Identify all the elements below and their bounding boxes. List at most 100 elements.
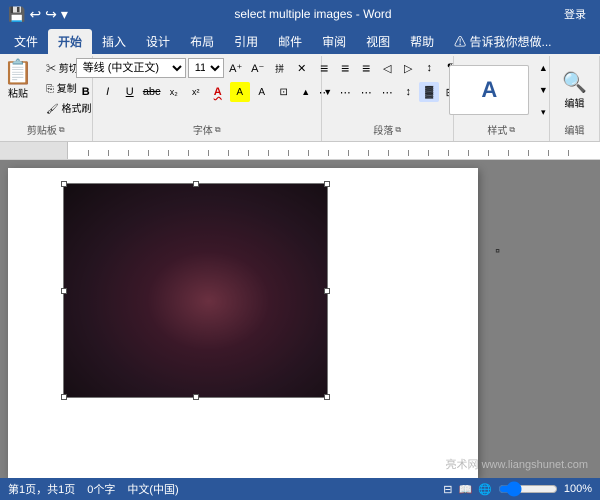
ruler-tick [148, 150, 149, 156]
align-right-button[interactable]: ⋯ [356, 82, 376, 102]
window-title: select multiple images - Word [68, 7, 558, 21]
ruler-tick [528, 150, 529, 156]
align-left-button[interactable]: ⋯ [314, 82, 334, 102]
font-style-row: B I U abc x₂ x² A A A ⊡ ▲ ▼ [76, 82, 338, 102]
page-info: 第1页，共1页 [8, 481, 75, 497]
styles-label: 样式 ⧉ [487, 122, 515, 139]
shading-button[interactable]: ▓ [419, 82, 439, 102]
image-handle-br[interactable] [324, 394, 330, 400]
image-handle-mr[interactable] [324, 288, 330, 294]
undo-icon[interactable]: ↩ [29, 6, 41, 23]
editing-label: 编辑 [565, 95, 585, 110]
numbering-button[interactable]: ≡ [335, 58, 355, 78]
tab-help[interactable]: 帮助 [400, 29, 444, 54]
ruler-area [0, 142, 600, 160]
font-size-input-up[interactable]: ▲ [296, 82, 316, 102]
ribbon-tabs: 文件 开始 插入 设计 布局 引用 邮件 审阅 视图 帮助 ⚠ 告诉我你想做..… [0, 28, 600, 54]
tab-design[interactable]: 设计 [136, 29, 180, 54]
ruler-tick [208, 150, 209, 156]
tab-review[interactable]: 审阅 [312, 29, 356, 54]
styles-gallery[interactable]: A [449, 65, 529, 115]
strikethrough-button[interactable]: abc [142, 82, 162, 102]
outline-button[interactable]: ≡ [356, 58, 376, 78]
image-handle-bl[interactable] [61, 394, 67, 400]
highlight-button[interactable]: A [230, 82, 250, 102]
editing-label-bottom: 编辑 [565, 122, 585, 139]
increase-indent-button[interactable]: ▷ [398, 58, 418, 78]
font-group: 等线 (中文正文) 11 A⁺ A⁻ 拼 ✕ B I U abc x₂ x² A… [93, 56, 322, 141]
paste-button[interactable]: 📋 粘贴 [0, 58, 40, 103]
view-web-icon[interactable]: 🌐 [478, 483, 492, 496]
find-icon: 🔍 [562, 70, 587, 95]
char-shading-button[interactable]: A [252, 82, 272, 102]
phonetic-guide-button[interactable]: 拼 [270, 58, 290, 78]
ruler-tick [568, 150, 569, 156]
italic-button[interactable]: I [98, 82, 118, 102]
find-button[interactable]: 🔍 编辑 [555, 66, 594, 114]
ruler-tick [288, 150, 289, 156]
ruler-tick [268, 150, 269, 156]
view-layout-icon[interactable]: ⊟ [443, 483, 452, 496]
format-painter-icon: 🖌 [46, 104, 59, 115]
save-icon[interactable]: 💾 [8, 6, 25, 23]
underline-button[interactable]: U [120, 82, 140, 102]
inserted-image[interactable] [63, 183, 328, 398]
sort-button[interactable]: ↕ [419, 58, 439, 78]
ruler-tick [248, 150, 249, 156]
image-handle-ml[interactable] [61, 288, 67, 294]
paragraph-align-row: ⋯ ⋯ ⋯ ⋯ ↕ ▓ ⊞ [314, 82, 460, 102]
ruler-main [68, 142, 600, 159]
tab-layout[interactable]: 布局 [180, 29, 224, 54]
paragraph-expand-icon[interactable]: ⧉ [395, 125, 401, 135]
ruler-tick [368, 150, 369, 156]
clipboard-expand-icon[interactable]: ⧉ [59, 125, 65, 135]
customize-icon[interactable]: ▾ [61, 6, 68, 23]
font-size-select[interactable]: 11 [188, 58, 224, 78]
superscript-button[interactable]: x² [186, 82, 206, 102]
ruler-tick [348, 150, 349, 156]
tab-file[interactable]: 文件 [4, 29, 48, 54]
ruler-left [0, 142, 68, 159]
font-color-button[interactable]: A [208, 82, 228, 102]
justify-button[interactable]: ⋯ [377, 82, 397, 102]
font-name-row: 等线 (中文正文) 11 A⁺ A⁻ 拼 ✕ [76, 58, 312, 78]
char-border-button[interactable]: ⊡ [274, 82, 294, 102]
zoom-slider[interactable] [498, 483, 558, 495]
subscript-button[interactable]: x₂ [164, 82, 184, 102]
tab-view[interactable]: 视图 [356, 29, 400, 54]
image-handle-tl[interactable] [61, 181, 67, 187]
tab-tell-me[interactable]: ⚠ 告诉我你想做... [444, 29, 561, 54]
font-expand-icon[interactable]: ⧉ [215, 125, 221, 135]
styles-expand-icon[interactable]: ⧉ [509, 125, 515, 135]
ruler-tick [408, 150, 409, 156]
clear-format-button[interactable]: ✕ [292, 58, 312, 78]
image-handle-bm[interactable] [193, 394, 199, 400]
font-size-down-button[interactable]: A⁻ [248, 58, 268, 78]
editing-group: 🔍 编辑 编辑 [550, 56, 600, 141]
image-handle-tr[interactable] [324, 181, 330, 187]
paste-icon: 📋 [3, 61, 33, 85]
bullets-button[interactable]: ≡ [314, 58, 334, 78]
login-button[interactable]: 登录 [558, 4, 592, 24]
language-info: 中文(中国) [127, 481, 178, 497]
view-read-icon[interactable]: 📖 [458, 483, 472, 496]
decrease-indent-button[interactable]: ◁ [377, 58, 397, 78]
font-label: 字体 ⧉ [193, 122, 221, 139]
align-center-button[interactable]: ⋯ [335, 82, 355, 102]
word-count: 0个字 [87, 481, 115, 497]
tab-references[interactable]: 引用 [224, 29, 268, 54]
bold-button[interactable]: B [76, 82, 96, 102]
paragraph-label: 段落 ⧉ [373, 122, 401, 139]
tab-mailings[interactable]: 邮件 [268, 29, 312, 54]
redo-icon[interactable]: ↪ [45, 6, 57, 23]
tab-home[interactable]: 开始 [48, 29, 92, 54]
document-area[interactable]: ⬞ 亮术网 www.liangshunet.com [0, 160, 600, 478]
zoom-level: 100% [564, 483, 592, 495]
image-handle-tm[interactable] [193, 181, 199, 187]
font-size-up-button[interactable]: A⁺ [226, 58, 246, 78]
font-name-select[interactable]: 等线 (中文正文) [76, 58, 186, 78]
line-spacing-button[interactable]: ↕ [398, 82, 418, 102]
editing-content: 🔍 编辑 [555, 58, 594, 122]
font-controls: 等线 (中文正文) 11 A⁺ A⁻ 拼 ✕ B I U abc x₂ x² A… [76, 58, 338, 122]
tab-insert[interactable]: 插入 [92, 29, 136, 54]
